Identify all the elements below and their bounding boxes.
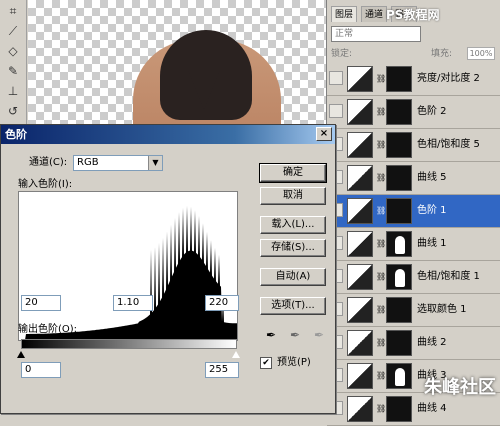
fill-input[interactable]: 100% <box>467 47 495 60</box>
ok-button[interactable]: 确定 <box>259 163 327 183</box>
watermark-logo: 朱峰社区 <box>424 377 496 398</box>
output-white-handle[interactable] <box>231 350 241 359</box>
adjustment-thumbnail-icon <box>347 330 373 356</box>
layer-mask-thumbnail[interactable] <box>386 231 412 257</box>
save-button[interactable]: 存储(S)... <box>260 239 326 257</box>
channel-select[interactable]: RGB ▼ <box>73 155 163 171</box>
layer-mask-thumbnail[interactable] <box>386 99 412 125</box>
visibility-eye-icon[interactable] <box>329 71 343 85</box>
adjustment-thumbnail-icon <box>347 198 373 224</box>
output-white-field[interactable]: 255 <box>205 362 239 378</box>
dialog-title: 色阶 <box>5 128 27 141</box>
layer-name: 曲线 2 <box>417 337 447 348</box>
options-button[interactable]: 选项(T)... <box>260 297 326 315</box>
channel-value: RGB <box>77 157 99 168</box>
output-slider[interactable] <box>17 350 241 359</box>
output-black-handle[interactable] <box>17 351 25 358</box>
lock-label: 锁定: <box>331 49 353 59</box>
layer-mask-thumbnail[interactable] <box>386 330 412 356</box>
layer-mask-thumbnail[interactable] <box>386 165 412 191</box>
input-black-field[interactable]: 20 <box>21 295 61 311</box>
layer-row[interactable]: ⛓ 亮度/对比度 2 <box>327 63 500 96</box>
layer-row[interactable]: ⛓ 选取颜色 1 <box>327 294 500 327</box>
link-icon[interactable]: ⛓ <box>376 305 386 315</box>
adjustment-thumbnail-icon <box>347 66 373 92</box>
adjustment-thumbnail-icon <box>347 264 373 290</box>
preview-label: 预览(P) <box>277 357 311 368</box>
output-gradient <box>21 339 237 349</box>
blend-mode-select[interactable]: 正常 <box>331 26 421 42</box>
levels-dialog: 色阶 × 通道(C): RGB ▼ 输入色阶(I): 20 1.10 220 输… <box>0 124 336 414</box>
layer-mask-thumbnail[interactable] <box>386 66 412 92</box>
layer-name: 色相/饱和度 5 <box>417 139 480 150</box>
output-black-field[interactable]: 0 <box>21 362 61 378</box>
dialog-titlebar[interactable]: 色阶 × <box>1 125 335 144</box>
layer-name: 色阶 1 <box>417 205 447 216</box>
stamp-icon[interactable]: ⊥ <box>4 82 22 100</box>
layer-row[interactable]: ⛓ 曲线 2 <box>327 327 500 360</box>
input-white-field[interactable]: 220 <box>205 295 239 311</box>
load-button[interactable]: 载入(L)... <box>260 216 326 234</box>
auto-button[interactable]: 自动(A) <box>260 268 326 286</box>
link-icon[interactable]: ⛓ <box>376 107 386 117</box>
shape-icon[interactable]: ◇ <box>4 42 22 60</box>
adjustment-thumbnail-icon <box>347 132 373 158</box>
preview-checkbox[interactable]: ✔ <box>260 357 272 369</box>
visibility-eye-icon[interactable] <box>329 104 343 118</box>
layers-panel: 图层 通道 路径 正常 锁定: 填充: 100% ⛓ 亮度/对比度 2 ⛓ 色阶 2 ⛓… <box>326 0 500 426</box>
fill-label: 填充: <box>431 49 453 59</box>
crop-icon[interactable]: ⌗ <box>4 2 22 20</box>
history-brush-icon[interactable]: ↺ <box>4 102 22 120</box>
lock-row: 锁定: 填充: 100% <box>331 47 499 61</box>
tab-channels[interactable]: 通道 <box>361 6 388 22</box>
layer-row[interactable]: ⛓ 色相/饱和度 1 <box>327 261 500 294</box>
white-eyedropper-icon[interactable]: ✒ <box>311 327 327 343</box>
link-icon[interactable]: ⛓ <box>376 239 386 249</box>
chevron-down-icon: ▼ <box>148 156 162 170</box>
close-icon[interactable]: × <box>316 127 332 141</box>
layer-name: 色阶 2 <box>417 106 447 117</box>
layer-name: 选取颜色 1 <box>417 304 467 315</box>
histogram-graph <box>19 205 237 340</box>
histogram <box>18 191 238 341</box>
link-icon[interactable]: ⛓ <box>376 74 386 84</box>
adjustment-thumbnail-icon <box>347 165 373 191</box>
layer-mask-thumbnail[interactable] <box>386 132 412 158</box>
layer-name: 色相/饱和度 1 <box>417 271 480 282</box>
adjustment-thumbnail-icon <box>347 396 373 422</box>
layer-row[interactable]: ⛓ 曲线 5 <box>327 162 500 195</box>
link-icon[interactable]: ⛓ <box>376 140 386 150</box>
watermark-top: PS教程网 <box>386 8 440 22</box>
layer-row[interactable]: ⛓ 曲线 1 <box>327 228 500 261</box>
layer-row[interactable]: ⛓ 色相/饱和度 5 <box>327 129 500 162</box>
gray-eyedropper-icon[interactable]: ✒ <box>287 327 303 343</box>
brush-icon[interactable]: ✎ <box>4 62 22 80</box>
link-icon[interactable]: ⛓ <box>376 206 386 216</box>
adjustment-thumbnail-icon <box>347 363 373 389</box>
layer-name: 曲线 5 <box>417 172 447 183</box>
black-eyedropper-icon[interactable]: ✒ <box>263 327 279 343</box>
adjustment-thumbnail-icon <box>347 99 373 125</box>
layer-name: 曲线 1 <box>417 238 447 249</box>
channel-label: 通道(C): <box>29 157 68 168</box>
layer-mask-thumbnail[interactable] <box>386 198 412 224</box>
cancel-button[interactable]: 取消 <box>260 187 326 205</box>
input-gamma-field[interactable]: 1.10 <box>113 295 153 311</box>
link-icon[interactable]: ⛓ <box>376 173 386 183</box>
adjustment-thumbnail-icon <box>347 231 373 257</box>
slice-icon[interactable]: ⟋ <box>4 22 22 40</box>
output-levels-label: 输出色阶(O): <box>18 324 78 335</box>
input-levels-label: 输入色阶(I): <box>18 179 73 190</box>
link-icon[interactable]: ⛓ <box>376 272 386 282</box>
adjustment-thumbnail-icon <box>347 297 373 323</box>
tab-layers[interactable]: 图层 <box>331 6 358 22</box>
histogram-shape <box>19 205 237 340</box>
layer-mask-thumbnail[interactable] <box>386 297 412 323</box>
layer-row[interactable]: ⛓ 色阶 1 <box>327 195 500 228</box>
layer-row[interactable]: ⛓ 色阶 2 <box>327 96 500 129</box>
layer-name: 亮度/对比度 2 <box>417 73 480 84</box>
link-icon[interactable]: ⛓ <box>376 338 386 348</box>
layer-mask-thumbnail[interactable] <box>386 264 412 290</box>
